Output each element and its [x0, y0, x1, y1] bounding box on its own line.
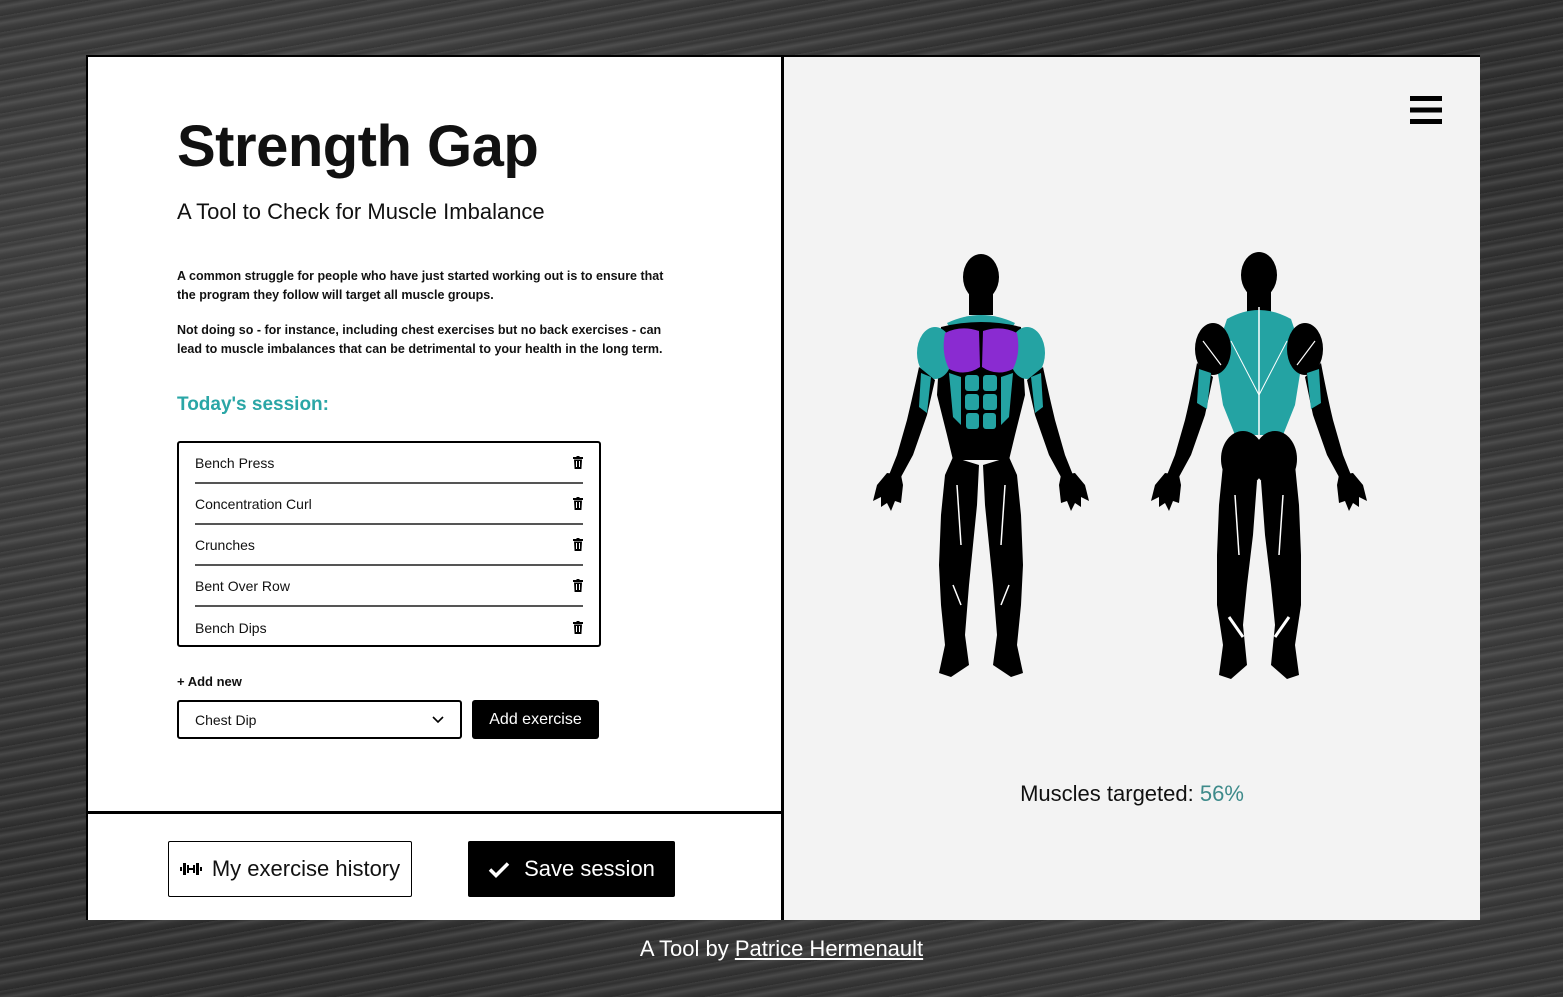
- exercise-name: Bench Press: [195, 454, 275, 471]
- list-item: Bench Press: [195, 443, 583, 484]
- exercise-name: Bench Dips: [195, 619, 267, 636]
- footer-prefix: A Tool by: [639, 936, 729, 961]
- action-bar: My exercise history Save session: [88, 814, 784, 920]
- exercise-name: Concentration Curl: [195, 495, 312, 512]
- list-item: Concentration Curl: [195, 484, 583, 525]
- save-session-button[interactable]: Save session: [468, 841, 675, 897]
- muscles-targeted-label: Muscles targeted:: [1020, 781, 1194, 806]
- list-item: Crunches: [195, 525, 583, 566]
- left-panel: Strength Gap A Tool to Check for Muscle …: [88, 57, 784, 814]
- page-title: Strength Gap: [177, 114, 539, 179]
- dumbbell-icon: [179, 863, 202, 875]
- list-item: Bent Over Row: [195, 566, 583, 607]
- page-subtitle: A Tool to Check for Muscle Imbalance: [177, 199, 545, 224]
- chevron-down-icon: [432, 715, 444, 723]
- exercise-name: Crunches: [195, 536, 255, 553]
- list-item: Bench Dips: [195, 607, 583, 648]
- author-link[interactable]: Patrice Hermenault: [735, 936, 923, 961]
- front-body-figure: [873, 254, 1089, 677]
- muscles-targeted: Muscles targeted: 56%: [784, 781, 1480, 807]
- menu-icon[interactable]: [1410, 95, 1442, 125]
- trash-icon[interactable]: [573, 456, 583, 469]
- exercise-history-label: My exercise history: [211, 856, 401, 881]
- intro-paragraph-1: A common struggle for people who have ju…: [177, 269, 664, 302]
- right-panel: Muscles targeted: 56%: [784, 57, 1480, 920]
- exercise-select-value: Chest Dip: [195, 711, 257, 728]
- exercise-select[interactable]: Chest Dip: [177, 700, 462, 739]
- trash-icon[interactable]: [573, 579, 583, 592]
- exercise-name: Bent Over Row: [195, 577, 290, 594]
- back-body-figure: [1151, 252, 1367, 679]
- check-icon: [488, 861, 510, 878]
- trash-icon[interactable]: [573, 497, 583, 510]
- exercise-list: Bench Press Concentration Curl Crunches …: [177, 441, 601, 647]
- muscle-map: [873, 252, 1367, 679]
- session-title: Today's session:: [177, 394, 329, 415]
- intro-paragraph-2: Not doing so - for instance, including c…: [177, 323, 663, 356]
- main-card: Strength Gap A Tool to Check for Muscle …: [86, 55, 1480, 920]
- save-session-label: Save session: [524, 856, 655, 881]
- add-new-label: + Add new: [177, 674, 242, 689]
- trash-icon[interactable]: [573, 538, 583, 551]
- add-exercise-button[interactable]: Add exercise: [472, 700, 599, 739]
- exercise-history-button[interactable]: My exercise history: [168, 841, 412, 897]
- muscles-targeted-percent: 56%: [1199, 781, 1244, 806]
- footer: A Tool by Patrice Hermenault: [0, 936, 1563, 962]
- trash-icon[interactable]: [573, 621, 583, 634]
